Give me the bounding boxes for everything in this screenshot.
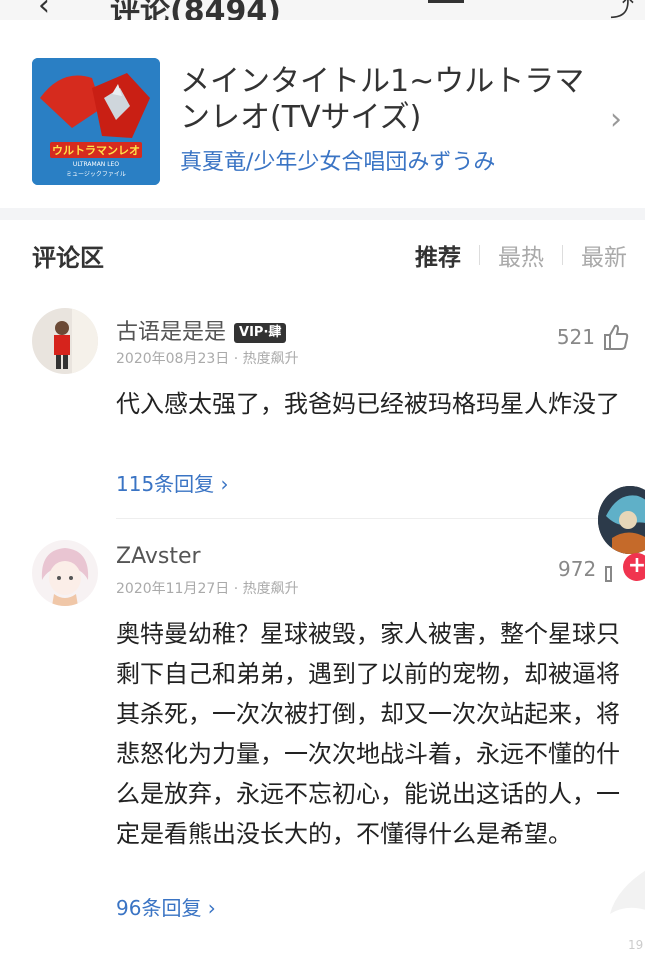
username[interactable]: 古语是是是 VIP·肆 <box>116 314 287 346</box>
tab-newest[interactable]: 最新 <box>581 238 627 272</box>
username[interactable]: ZAvster <box>116 544 201 569</box>
avatar[interactable] <box>32 540 98 606</box>
like-count: 521 <box>556 325 595 349</box>
corner-number: 19 <box>628 938 644 952</box>
comment-separator <box>116 518 645 519</box>
song-card[interactable]: ウルトラマンレオ ULTRAMAN LEO ミュージックファイル メインタイトル… <box>0 20 645 208</box>
song-artist[interactable]: 真夏竜/少年少女合唱団みずうみ <box>180 144 495 176</box>
back-arrow-icon[interactable]: ‹ <box>38 0 50 20</box>
top-bar: ‹ 评论(8494) ⤴ <box>0 0 645 20</box>
chevron-right-icon[interactable]: › <box>610 102 622 137</box>
tab-hottest[interactable]: 最热 <box>498 238 544 272</box>
album-cover[interactable]: ウルトラマンレオ ULTRAMAN LEO ミュージックファイル <box>32 58 160 185</box>
comment-text: 代入感太强了，我爸妈已经被玛格玛星人炸没了 <box>116 390 620 418</box>
tab-separator <box>562 245 563 265</box>
cover-caption-text: ミュージックファイル <box>66 171 126 178</box>
swoosh-watermark-icon <box>610 870 645 914</box>
username-text[interactable]: ZAvster <box>116 544 201 569</box>
cover-title-text: ウルトラマンレオ <box>52 144 140 157</box>
sort-tabs: 推荐 最热 最新 <box>415 238 627 272</box>
comment-section-header: 评论区 推荐 最热 最新 <box>0 220 645 282</box>
comment-item: ZAvster 2020年11月27日 · 热度飙升 972 奥特曼幼稚？星球被… <box>0 522 645 942</box>
section-title: 评论区 <box>32 244 104 272</box>
replies-link[interactable]: 115条回复 › <box>116 468 229 497</box>
comment-meta: 2020年11月27日 · 热度飙升 <box>116 581 299 597</box>
thumbs-up-icon <box>604 324 629 350</box>
username-text[interactable]: 古语是是是 <box>116 320 226 345</box>
tab-recommended[interactable]: 推荐 <box>415 238 461 272</box>
add-plus-icon[interactable]: + <box>623 553 645 581</box>
like-count: 972 <box>558 557 597 581</box>
tab-separator <box>479 245 480 265</box>
section-divider <box>0 208 645 220</box>
share-icon[interactable]: ⤴ <box>610 0 634 20</box>
comment-item: 古语是是是 VIP·肆 2020年08月23日 · 热度飙升 521 代入感太强了… <box>0 282 645 522</box>
vip-badge: VIP·肆 <box>234 323 287 343</box>
song-title[interactable]: メインタイトル1~ウルトラマンレオ(TVサイズ) <box>180 64 610 136</box>
comment-meta: 2020年08月23日 · 热度飙升 <box>116 351 299 367</box>
replies-link[interactable]: 96条回复 › <box>116 892 216 921</box>
like-button[interactable]: 521 <box>557 322 631 352</box>
page-title: 评论(8494) <box>110 0 281 20</box>
avatar[interactable] <box>32 308 98 374</box>
like-button[interactable]: 972 <box>558 554 632 584</box>
cover-subtitle-text: ULTRAMAN LEO <box>73 161 119 168</box>
title-underline <box>428 0 464 3</box>
comment-text: 奥特曼幼稚？星球被毁，家人被害，整个星球只剩下自己和弟弟，遇到了以前的宠物，却被… <box>116 620 620 848</box>
